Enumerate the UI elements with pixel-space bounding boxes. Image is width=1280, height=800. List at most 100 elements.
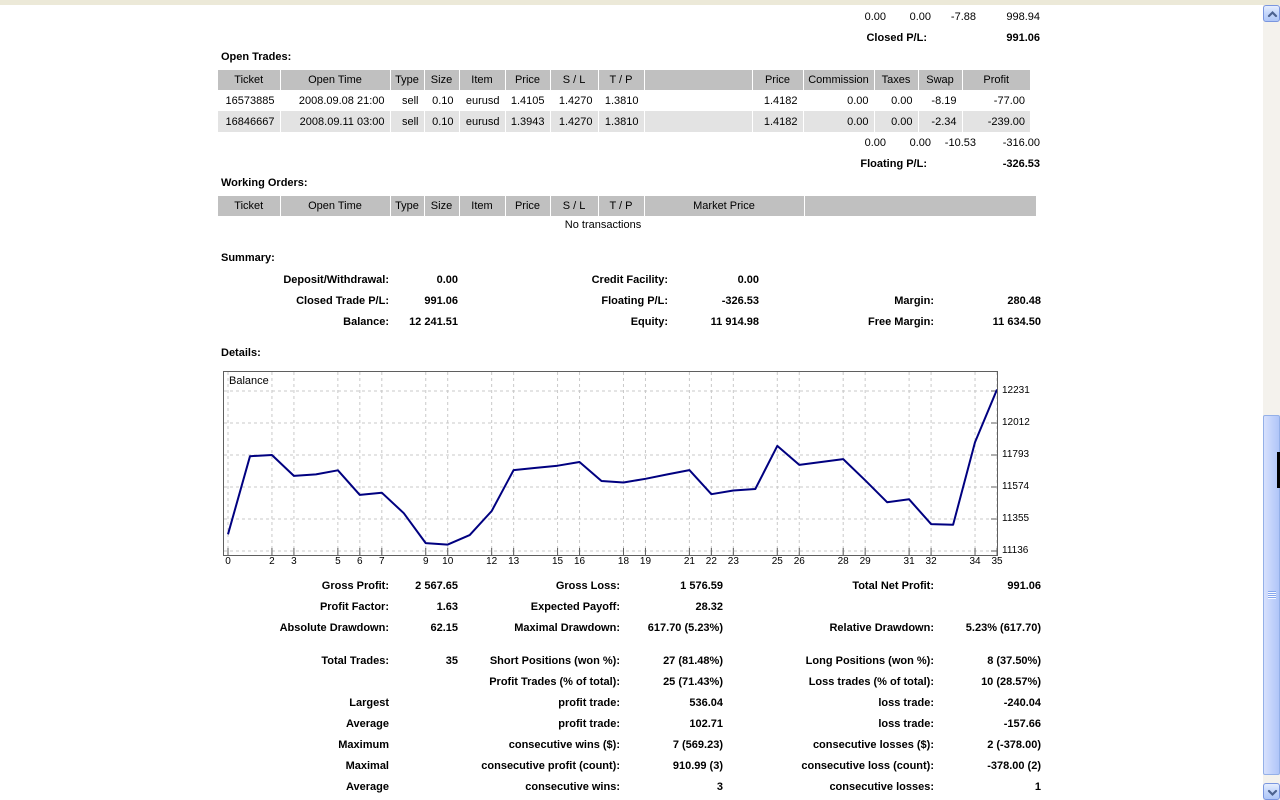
- table-cell: eurusd: [459, 111, 506, 132]
- stat-label: consecutive losses:: [829, 781, 934, 793]
- stat-value: 536.04: [689, 697, 723, 709]
- stat-label: Largest: [349, 697, 389, 709]
- stat-value: 28.32: [695, 601, 723, 613]
- column-header: Price: [505, 196, 551, 216]
- balance-chart-plot: [224, 372, 998, 555]
- stat-value: 1: [1034, 781, 1041, 793]
- stat-label: Total Net Profit:: [852, 580, 934, 592]
- open-trades-totals-row: 0.00 0.00 -10.53 -316.00: [0, 135, 1280, 151]
- stat-label: Maximal: [345, 760, 389, 772]
- table-cell: 1.4182: [752, 90, 804, 111]
- results-stats: Gross Profit: 2 567.65 Gross Loss: 1 576.59…: [0, 577, 1280, 640]
- stat-row: Largest profit trade: 536.04 loss trade: -24…: [0, 694, 1280, 715]
- table-row: 16573885 2008.09.08 21:00 sell 0.10 eurusd 1.…: [218, 90, 1030, 111]
- x-axis-label: 10: [442, 556, 454, 567]
- table-cell: sell: [390, 111, 425, 132]
- column-header: S / L: [550, 70, 599, 90]
- y-axis-label: 11793: [1002, 449, 1030, 460]
- stat-row: Average consecutive wins: 3 consecutive los…: [0, 778, 1280, 799]
- stat-value: 910.99 (3): [672, 760, 723, 772]
- x-axis-label: 13: [508, 556, 520, 567]
- column-header: Profit: [962, 70, 1030, 90]
- stat-label: Margin:: [894, 295, 934, 307]
- table-cell: 2008.09.11 03:00: [280, 111, 391, 132]
- stat-row: Maximum consecutive wins ($): 7 (569.23) co…: [0, 736, 1280, 757]
- stat-label: Expected Payoff:: [530, 601, 620, 613]
- closed-total-profit: 998.94: [1006, 11, 1040, 23]
- stat-value: 280.48: [1007, 295, 1041, 307]
- table-cell: 0.10: [424, 111, 460, 132]
- table-cell: [644, 111, 753, 132]
- stat-label: Balance:: [343, 316, 389, 328]
- closed-pl-label: Closed P/L:: [866, 32, 927, 44]
- table-cell: 0.10: [424, 90, 460, 111]
- table-cell: -77.00: [993, 94, 1025, 107]
- stat-value: -240.04: [1003, 697, 1041, 709]
- stat-row: Profit Trades (% of total): 25 (71.43%) Lo…: [0, 673, 1280, 694]
- stat-label: Floating P/L:: [601, 295, 668, 307]
- stat-label: Maximal Drawdown:: [514, 622, 620, 634]
- balance-line: [227, 389, 998, 546]
- column-header: Type: [390, 196, 425, 216]
- stat-row: Total Trades: 35 Short Positions (won %): 2…: [0, 652, 1280, 673]
- stat-value: 25 (71.43%): [663, 676, 723, 688]
- summary-stats: Deposit/Withdrawal: 0.00 Credit Facility: 0…: [0, 271, 1280, 334]
- stat-row: Balance: 12 241.51 Equity: 11 914.98 Free Ma…: [0, 313, 1280, 334]
- stat-row: Closed Trade P/L: 991.06 Floating P/L: -326…: [0, 292, 1280, 313]
- stat-label: Total Trades:: [321, 655, 389, 667]
- closed-pl-value: 991.06: [1006, 32, 1040, 44]
- working-orders-table: Ticket Open Time Type Size Item Price S / LT /…: [218, 196, 1036, 216]
- table-row: 16846667 2008.09.11 03:00 sell 0.10 eurusd 1.…: [218, 111, 1030, 132]
- scroll-up-button[interactable]: [1263, 5, 1280, 22]
- x-axis-label: 29: [859, 556, 871, 567]
- table-cell: 16573885: [218, 90, 281, 111]
- stat-value: 11 634.50: [992, 316, 1041, 328]
- stat-label: Long Positions (won %):: [805, 655, 934, 667]
- table-cell: 0.00: [803, 90, 875, 111]
- y-axis-label: 12012: [1002, 417, 1030, 428]
- table-cell: 16846667: [218, 111, 281, 132]
- trade-stats: Total Trades: 35 Short Positions (won %): 2…: [0, 652, 1280, 799]
- y-axis-label: 11136: [1002, 545, 1029, 556]
- stat-label: Credit Facility:: [591, 274, 668, 286]
- floating-pl-row: Floating P/L: -326.53: [0, 156, 1280, 172]
- stat-label: consecutive losses ($):: [812, 739, 934, 751]
- closed-pl-row: Closed P/L: 991.06: [0, 30, 1280, 46]
- stat-row: Average profit trade: 102.71 loss trade: -15…: [0, 715, 1280, 736]
- closed-total-swap: -7.88: [950, 11, 976, 23]
- vertical-scrollbar[interactable]: [1263, 5, 1280, 800]
- column-header: Swap: [918, 70, 963, 90]
- column-header: Ticket: [218, 70, 281, 90]
- table-cell: 0.00: [803, 111, 875, 132]
- stat-value: 0.00: [737, 274, 759, 286]
- column-header: S / L: [550, 196, 599, 216]
- table-cell: 1.4105: [505, 90, 551, 111]
- open-total-taxes: 0.00: [909, 137, 931, 149]
- stat-value: 2 (-378.00): [987, 739, 1041, 751]
- scroll-down-button[interactable]: [1263, 783, 1280, 800]
- closed-total-taxes: 0.00: [909, 11, 931, 23]
- stat-label: Average: [345, 718, 389, 730]
- balance-chart: Balance: [223, 371, 998, 556]
- stat-value: 991.06: [424, 295, 458, 307]
- stat-value: 102.71: [689, 718, 723, 730]
- open-total-profit: -316.00: [1002, 137, 1040, 149]
- stat-row: Gross Profit: 2 567.65 Gross Loss: 1 576.59…: [0, 577, 1280, 598]
- column-header: [644, 70, 753, 90]
- table-cell: -239.00: [962, 111, 1030, 132]
- stat-value: -157.66: [1003, 718, 1041, 730]
- stat-value: 0.00: [436, 274, 458, 286]
- stat-label: Maximum: [338, 739, 389, 751]
- stat-row: Profit Factor: 1.63 Expected Payoff: 28.32: [0, 598, 1280, 619]
- window-top-edge: [0, 0, 1280, 6]
- column-header: Open Time: [280, 70, 391, 90]
- x-axis-label: 35: [991, 556, 1003, 567]
- column-header: T / P: [598, 196, 645, 216]
- column-header: Open Time: [280, 196, 391, 216]
- stat-value: 35: [445, 655, 458, 667]
- working-orders-section-label: Working Orders:: [221, 177, 308, 189]
- stat-label: profit trade:: [558, 697, 620, 709]
- stat-value: 2 567.65: [415, 580, 458, 592]
- column-header: Price: [505, 70, 551, 90]
- stat-value: 5.23% (617.70): [965, 622, 1041, 634]
